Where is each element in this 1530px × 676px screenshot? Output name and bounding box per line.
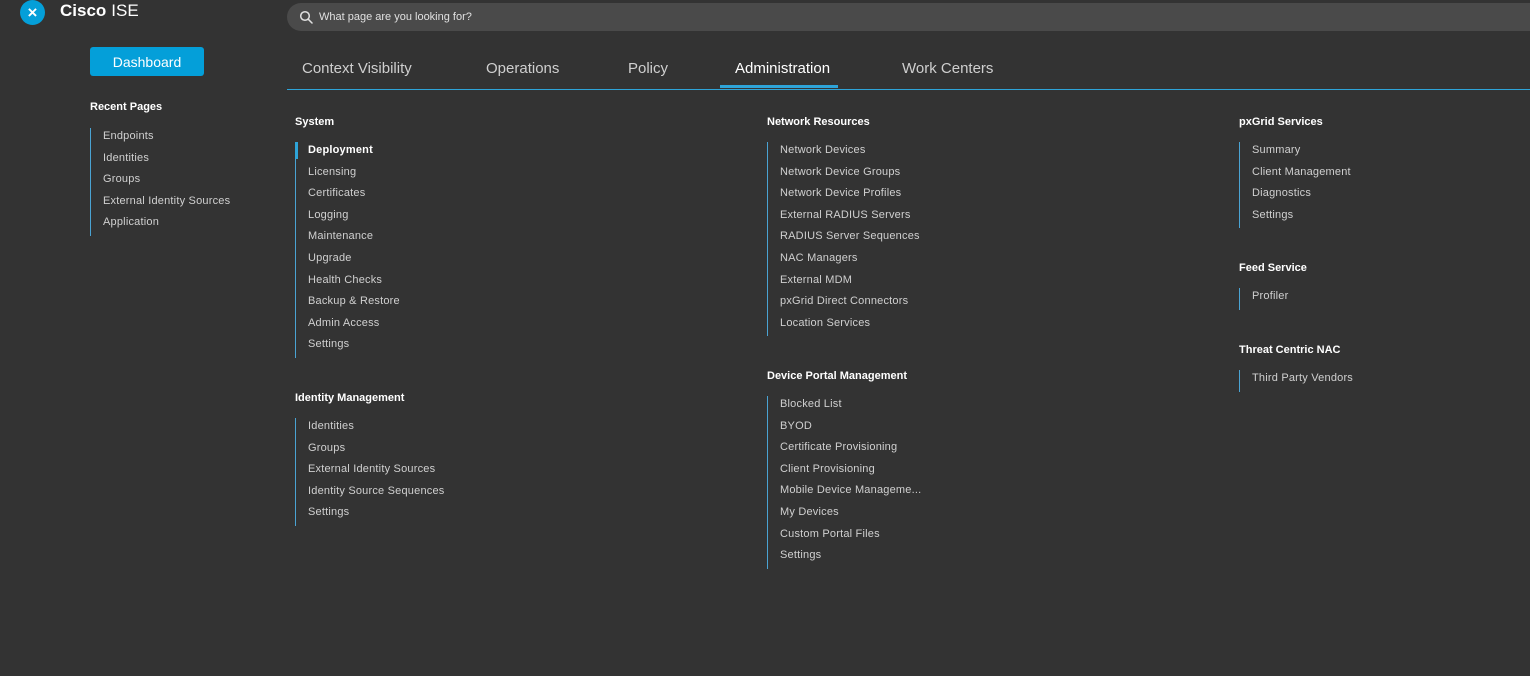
section-system: System Deployment Licensing Certificates… xyxy=(295,116,400,358)
menu-item-network-device-profiles[interactable]: Network Device Profiles xyxy=(780,185,920,207)
menu-item-location-services[interactable]: Location Services xyxy=(780,315,920,337)
menu-item-nac-managers[interactable]: NAC Managers xyxy=(780,250,920,272)
section-feed-service: Feed Service Profiler xyxy=(1239,262,1307,310)
menu-item-admin-access[interactable]: Admin Access xyxy=(308,315,400,337)
menu-item-diagnostics[interactable]: Diagnostics xyxy=(1252,185,1351,207)
search-bar[interactable] xyxy=(287,3,1530,31)
menu-item-logging[interactable]: Logging xyxy=(308,207,400,229)
menu-item-pxgrid-settings[interactable]: Settings xyxy=(1252,207,1351,229)
tab-operations[interactable]: Operations xyxy=(486,60,559,77)
active-tab-indicator xyxy=(720,85,838,88)
menu-item-radius-server-sequences[interactable]: RADIUS Server Sequences xyxy=(780,228,920,250)
brand-cisco: Cisco xyxy=(60,1,107,20)
section-threat-centric-nac: Threat Centric NAC Third Party Vendors xyxy=(1239,344,1353,392)
menu-item-summary[interactable]: Summary xyxy=(1252,142,1351,164)
section-title-system: System xyxy=(295,116,335,128)
section-title-pxgrid-services: pxGrid Services xyxy=(1239,116,1323,128)
recent-item-application[interactable]: Application xyxy=(103,214,230,236)
menu-item-third-party-vendors[interactable]: Third Party Vendors xyxy=(1252,370,1353,392)
recent-pages-title: Recent Pages xyxy=(90,101,163,113)
menu-item-my-devices[interactable]: My Devices xyxy=(780,504,921,526)
brand-ise: ISE xyxy=(111,1,139,20)
section-title-threat-centric-nac: Threat Centric NAC xyxy=(1239,344,1341,356)
system-items: Deployment Licensing Certificates Loggin… xyxy=(295,142,400,358)
section-device-portal-management: Device Portal Management Blocked List BY… xyxy=(767,370,921,569)
section-title-device-portal-management: Device Portal Management xyxy=(767,370,907,382)
menu-item-certificate-provisioning[interactable]: Certificate Provisioning xyxy=(780,439,921,461)
device-portal-management-items: Blocked List BYOD Certificate Provisioni… xyxy=(767,396,921,569)
menu-item-portal-settings[interactable]: Settings xyxy=(780,547,921,569)
menu-item-external-radius-servers[interactable]: External RADIUS Servers xyxy=(780,207,920,229)
menu-item-certificates[interactable]: Certificates xyxy=(308,185,400,207)
menu-item-client-management[interactable]: Client Management xyxy=(1252,164,1351,186)
tab-policy[interactable]: Policy xyxy=(628,60,668,77)
menu-item-licensing[interactable]: Licensing xyxy=(308,164,400,186)
menu-item-external-identity-sources[interactable]: External Identity Sources xyxy=(308,461,444,483)
menu-item-health-checks[interactable]: Health Checks xyxy=(308,272,400,294)
menu-item-system-settings[interactable]: Settings xyxy=(308,336,400,358)
tab-context-visibility[interactable]: Context Visibility xyxy=(302,60,412,77)
menu-item-mobile-device-management[interactable]: Mobile Device Manageme... xyxy=(780,482,921,504)
tab-administration[interactable]: Administration xyxy=(735,60,830,77)
close-menu-button[interactable]: × xyxy=(20,0,45,25)
recent-item-identities[interactable]: Identities xyxy=(103,150,230,172)
recent-item-endpoints[interactable]: Endpoints xyxy=(103,128,230,150)
pxgrid-services-items: Summary Client Management Diagnostics Se… xyxy=(1239,142,1351,229)
close-icon: × xyxy=(27,2,38,22)
dashboard-button[interactable]: Dashboard xyxy=(90,47,204,76)
menu-item-network-device-groups[interactable]: Network Device Groups xyxy=(780,164,920,186)
section-pxgrid-services: pxGrid Services Summary Client Managemen… xyxy=(1239,116,1351,229)
section-title-identity-management: Identity Management xyxy=(295,392,405,404)
section-title-feed-service: Feed Service xyxy=(1239,262,1307,274)
feed-service-items: Profiler xyxy=(1239,288,1307,310)
main-nav-tabs: Context Visibility Operations Policy Adm… xyxy=(287,48,1530,90)
menu-item-profiler[interactable]: Profiler xyxy=(1252,288,1307,310)
menu-item-backup-restore[interactable]: Backup & Restore xyxy=(308,293,400,315)
section-title-network-resources: Network Resources xyxy=(767,116,870,128)
search-input[interactable] xyxy=(317,10,1221,24)
recent-item-external-identity-sources[interactable]: External Identity Sources xyxy=(103,193,230,215)
menu-item-byod[interactable]: BYOD xyxy=(780,418,921,440)
recent-pages-list: Endpoints Identities Groups External Ide… xyxy=(90,128,230,236)
network-resources-items: Network Devices Network Device Groups Ne… xyxy=(767,142,920,337)
identity-management-items: Identities Groups External Identity Sour… xyxy=(295,418,444,526)
menu-item-upgrade[interactable]: Upgrade xyxy=(308,250,400,272)
tab-work-centers[interactable]: Work Centers xyxy=(902,60,993,77)
menu-item-external-mdm[interactable]: External MDM xyxy=(780,272,920,294)
menu-item-blocked-list[interactable]: Blocked List xyxy=(780,396,921,418)
section-identity-management: Identity Management Identities Groups Ex… xyxy=(295,392,444,526)
menu-item-network-devices[interactable]: Network Devices xyxy=(780,142,920,164)
recent-item-groups[interactable]: Groups xyxy=(103,171,230,193)
section-network-resources: Network Resources Network Devices Networ… xyxy=(767,116,920,337)
menu-item-client-provisioning[interactable]: Client Provisioning xyxy=(780,461,921,483)
menu-item-deployment[interactable]: Deployment xyxy=(295,142,400,164)
menu-item-maintenance[interactable]: Maintenance xyxy=(308,228,400,250)
app-brand: Cisco ISE xyxy=(60,1,139,21)
menu-item-custom-portal-files[interactable]: Custom Portal Files xyxy=(780,526,921,548)
menu-item-identity-settings[interactable]: Settings xyxy=(308,504,444,526)
search-icon xyxy=(299,10,313,24)
menu-item-pxgrid-direct-connectors[interactable]: pxGrid Direct Connectors xyxy=(780,293,920,315)
menu-item-groups[interactable]: Groups xyxy=(308,440,444,462)
menu-item-identity-source-sequences[interactable]: Identity Source Sequences xyxy=(308,483,444,505)
menu-item-identities[interactable]: Identities xyxy=(308,418,444,440)
threat-centric-nac-items: Third Party Vendors xyxy=(1239,370,1353,392)
